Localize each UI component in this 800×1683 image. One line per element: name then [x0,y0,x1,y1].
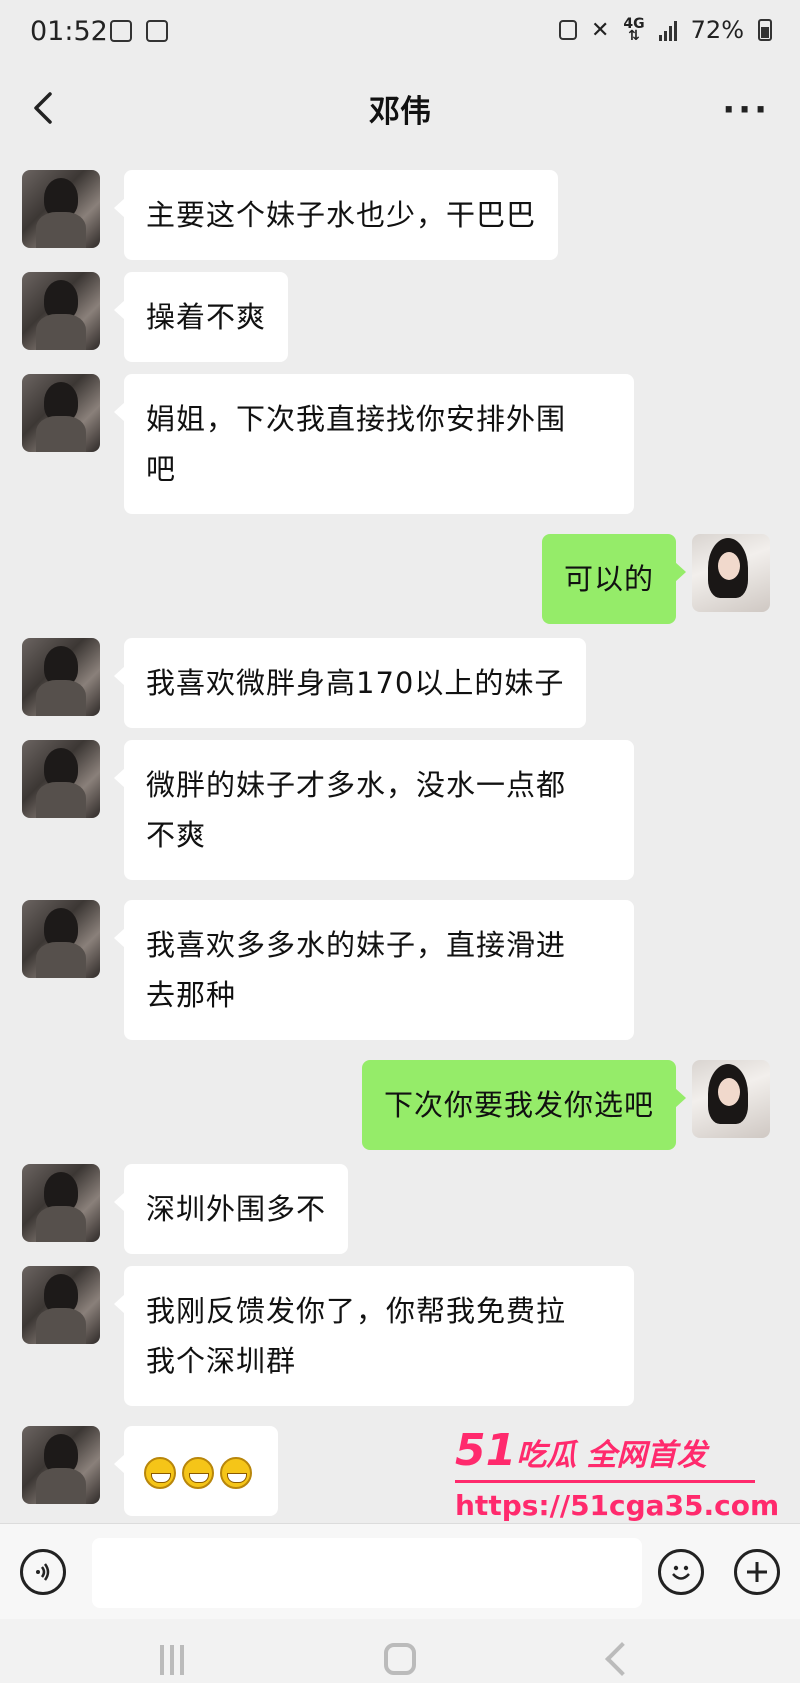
input-bar [0,1523,800,1620]
my-avatar[interactable] [692,1060,770,1138]
contact-avatar[interactable] [22,1266,100,1344]
more-options-icon[interactable]: ··· [722,90,770,130]
contact-avatar[interactable] [22,1426,100,1504]
emoji-picker-icon[interactable] [658,1549,704,1595]
message-bubble[interactable]: 我喜欢多多水的妹子，直接滑进 去那种 [114,900,634,1040]
message-bubble[interactable]: 我刚反馈发你了，你帮我免费拉 我个深圳群 [114,1266,634,1406]
message-bubble[interactable]: 微胖的妹子才多水，没水一点都 不爽 [114,740,634,880]
network-indicator: 4G ⇅ [623,16,645,44]
mute-icon: ✕ [590,17,610,43]
chat-title: 邓伟 [369,94,431,130]
contact-avatar[interactable] [22,170,100,248]
system-nav-bar [0,1619,800,1683]
message-bubble[interactable]: 我喜欢微胖身高170以上的妹子 [113,638,587,728]
grin-emoji-icon [220,1457,252,1489]
grin-emoji-icon [182,1457,214,1489]
chat-header: 邓伟 ··· [0,68,800,148]
contact-avatar[interactable] [22,900,100,978]
signal-icon [658,19,677,41]
battery-percent: 72% [690,16,744,44]
contact-avatar[interactable] [22,638,100,716]
voice-input-icon[interactable] [20,1549,66,1595]
message-bubble[interactable]: 深圳外围多不 [113,1164,349,1254]
watermark-divider [455,1480,755,1483]
watermark-title: 51吃瓜 全网首发 [455,1425,707,1476]
home-icon[interactable] [384,1643,416,1675]
message-bubble[interactable] [114,1426,278,1516]
my-avatar[interactable] [692,534,770,612]
contact-avatar[interactable] [22,272,100,350]
recents-icon[interactable] [160,1645,194,1675]
contact-avatar[interactable] [22,740,100,818]
message-bubble[interactable]: 主要这个妹子水也少，干巴巴 [113,170,559,260]
battery-icon [758,19,772,41]
grin-emoji-icon [144,1457,176,1489]
message-bubble[interactable]: 操着不爽 [113,272,289,362]
contact-avatar[interactable] [22,374,100,452]
nav-back-icon[interactable] [605,1642,639,1676]
gallery-notification-icon [110,20,132,42]
status-bar: 01:52 ✕ 4G ⇅ 72% [0,0,800,68]
check-notification-icon [146,20,168,42]
status-right: ✕ 4G ⇅ 72% [558,16,772,44]
status-time: 01:52 [30,16,108,47]
message-bubble[interactable]: 可以的 [541,534,687,624]
message-bubble[interactable]: 娟姐，下次我直接找你安排外围 吧 [114,374,634,514]
contact-avatar[interactable] [22,1164,100,1242]
watermark-url: https://51cga35.com [455,1489,780,1522]
message-input[interactable] [92,1538,642,1608]
watermark: 51吃瓜 全网首发 https://51cga35.com [455,1425,785,1522]
lock-icon [558,20,577,40]
message-list[interactable]: 主要这个妹子水也少，干巴巴 操着不爽 娟姐，下次我直接找你安排外围 吧 可以的 … [0,148,800,1523]
message-bubble[interactable]: 下次你要我发你选吧 [361,1060,687,1150]
add-attachment-icon[interactable] [734,1549,780,1595]
